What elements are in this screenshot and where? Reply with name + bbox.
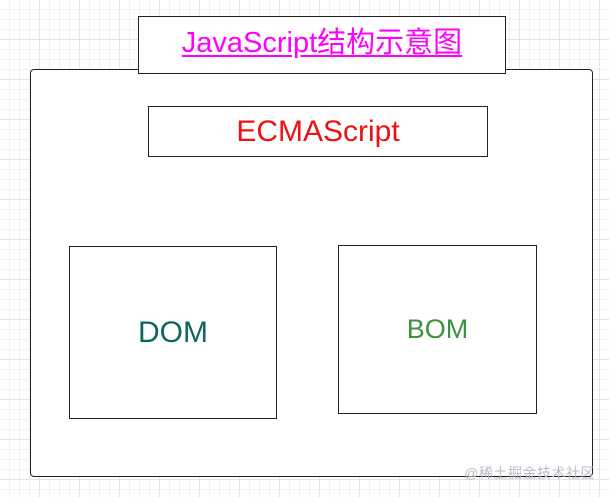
diagram-title: JavaScript结构示意图 (181, 27, 463, 59)
bom-label: BOM (406, 314, 469, 344)
watermark-text: @稀土掘金技术社区 (464, 465, 595, 481)
dom-label: DOM (138, 315, 208, 349)
ecmascript-label: ECMAScript (236, 114, 400, 148)
diagram-title-box: JavaScript结构示意图 (138, 16, 506, 74)
dom-box: DOM (69, 246, 277, 419)
bom-box: BOM (338, 245, 537, 414)
ecmascript-box: ECMAScript (148, 106, 488, 157)
